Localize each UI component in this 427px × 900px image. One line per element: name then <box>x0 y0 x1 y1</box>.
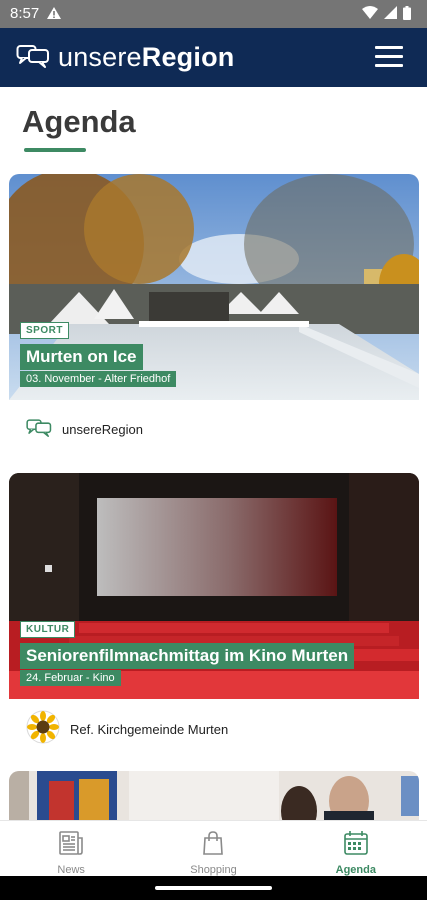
organizer[interactable]: Ref. Kirchgemeinde Murten <box>26 710 228 749</box>
organizer-name: Ref. Kirchgemeinde Murten <box>70 722 229 737</box>
menu-line <box>375 46 403 49</box>
cell-signal-icon <box>384 6 397 25</box>
chat-bubbles-icon <box>26 417 52 442</box>
status-time: 8:57 <box>10 5 40 22</box>
brand-name: unsereRegion <box>58 42 234 73</box>
event-date-location: 03. November - Alter Friedhof <box>20 371 177 387</box>
category-tag: KULTUR <box>20 621 76 638</box>
shopping-bag-icon <box>200 830 226 861</box>
nav-news[interactable]: News <box>0 821 142 876</box>
event-title[interactable]: Seniorenfilmnachmittag im Kino Murten <box>20 643 355 669</box>
sunflower-avatar <box>26 710 60 749</box>
system-navigation-bar <box>0 876 427 900</box>
event-title[interactable]: Murten on Ice <box>20 344 143 370</box>
event-card[interactable]: SPORT Murten on Ice 03. November - Alter… <box>9 174 419 454</box>
nav-shopping-label: Shopping <box>190 864 237 876</box>
nav-agenda[interactable]: Agenda <box>285 821 427 876</box>
brand-name-light: unsere <box>58 42 142 72</box>
hamburger-menu-button[interactable] <box>375 46 403 68</box>
brand-name-bold: Region <box>141 42 235 72</box>
event-image: KULTUR Seniorenfilmnachmittag im Kino Mu… <box>9 473 419 699</box>
status-bar: 8:57 <box>0 0 427 28</box>
calendar-icon <box>343 830 369 861</box>
category-tag: SPORT <box>20 322 69 339</box>
page-title: Agenda <box>22 104 136 139</box>
wifi-icon <box>362 6 378 25</box>
organizer[interactable]: unsereRegion <box>26 417 143 442</box>
chat-bubbles-icon <box>16 42 50 73</box>
menu-line <box>375 64 403 67</box>
organizer-name: unsereRegion <box>62 422 143 437</box>
event-card[interactable]: KULTUR Seniorenfilmnachmittag im Kino Mu… <box>9 473 419 758</box>
brand-logo[interactable]: unsereRegion <box>16 42 234 73</box>
menu-line <box>375 55 403 58</box>
home-gesture-handle[interactable] <box>155 886 272 890</box>
nav-news-label: News <box>57 864 85 876</box>
app-header: unsereRegion <box>0 28 427 87</box>
battery-icon <box>403 6 411 25</box>
title-underline <box>24 148 86 152</box>
event-date-location: 24. Februar - Kino <box>20 670 121 686</box>
newspaper-icon <box>58 830 84 861</box>
event-image: SPORT Murten on Ice 03. November - Alter… <box>9 174 419 400</box>
nav-agenda-label: Agenda <box>335 864 376 876</box>
bottom-navigation: News Shopping Agenda <box>0 820 427 876</box>
nav-shopping[interactable]: Shopping <box>142 821 284 876</box>
warning-icon <box>46 6 62 25</box>
